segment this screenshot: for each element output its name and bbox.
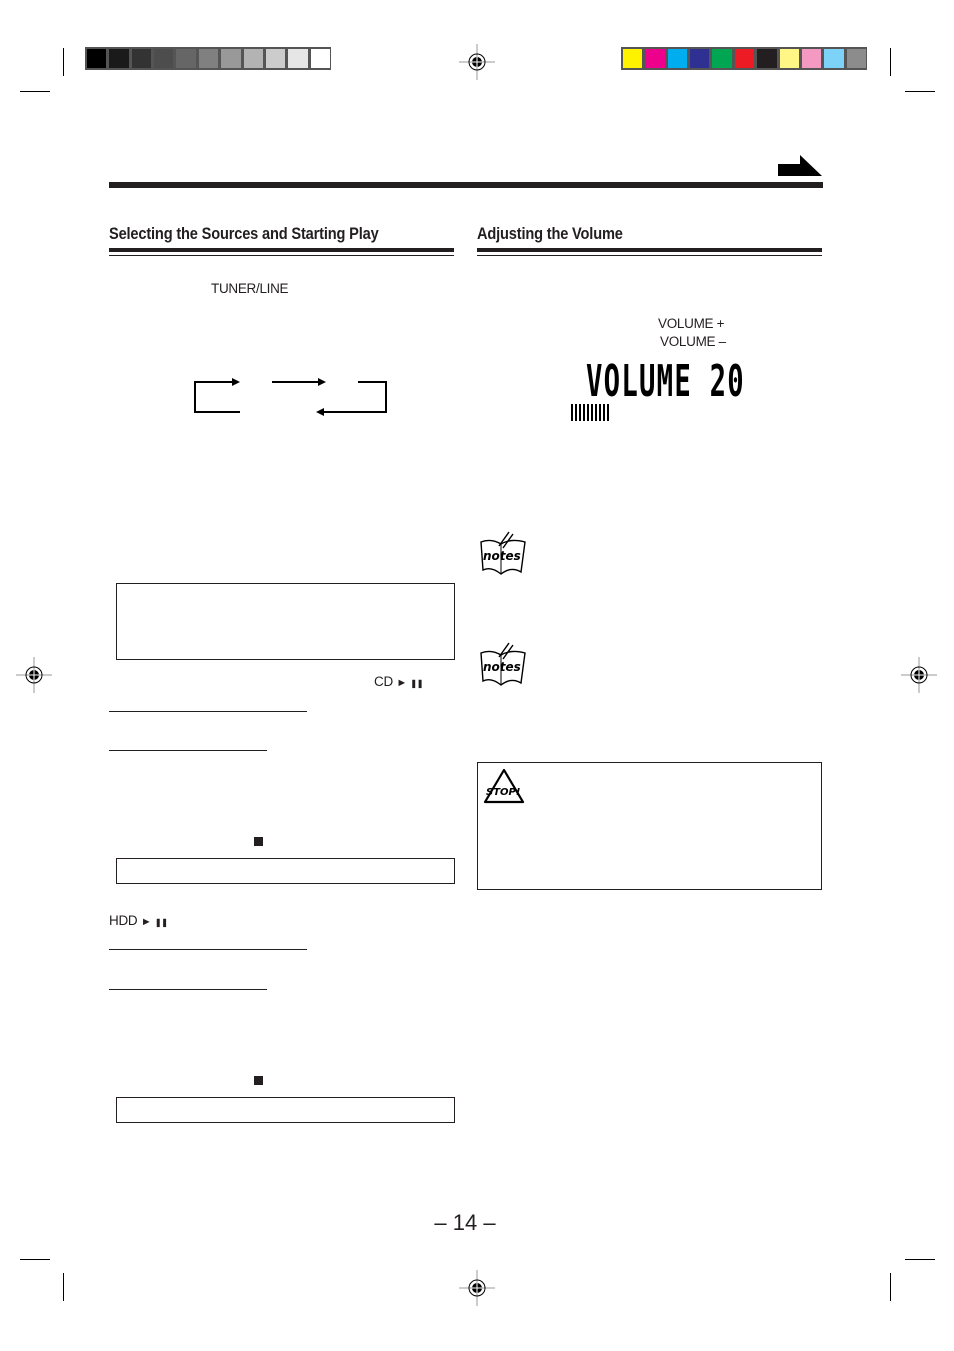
color-swatch [176, 49, 196, 68]
volume-down-button-label: VOLUME – [660, 334, 726, 349]
hdd-play-pause-button-label: HDD ► ❚❚ [109, 913, 168, 928]
registration-mark-icon [459, 1270, 495, 1306]
crop-mark [905, 1259, 935, 1260]
volume-level-segment [575, 404, 577, 421]
source-cycle-diagram [194, 378, 387, 416]
text-underline [109, 711, 307, 712]
title-underline [477, 248, 822, 252]
color-swatch [645, 49, 665, 68]
crop-mark [63, 48, 64, 76]
volume-level-meter [571, 404, 609, 421]
info-box [116, 858, 455, 884]
color-swatch [712, 49, 732, 68]
tuner-line-button-label: TUNER/LINE [211, 281, 289, 296]
color-swatch [801, 49, 822, 68]
crop-mark [890, 1273, 891, 1301]
svg-text:STOP!: STOP! [486, 787, 520, 798]
volume-level-segment [579, 404, 581, 421]
pause-icon: ❚❚ [154, 918, 168, 927]
color-swatch [623, 49, 643, 68]
color-swatch [846, 49, 866, 68]
svg-text:notes: notes [483, 549, 521, 563]
svg-text:notes: notes [483, 660, 521, 674]
text-underline [109, 989, 267, 990]
color-swatch [154, 49, 174, 68]
section-title-selecting-sources: Selecting the Sources and Starting Play [109, 224, 379, 243]
play-icon: ► [140, 916, 152, 928]
text-underline [109, 750, 267, 751]
pause-icon: ❚❚ [410, 679, 424, 688]
notes-icon: notes [480, 642, 526, 686]
color-swatch [288, 49, 308, 68]
section-title-adjusting-volume: Adjusting the Volume [477, 224, 623, 243]
color-swatch [690, 49, 710, 68]
color-swatch [131, 49, 152, 68]
volume-level-segment [591, 404, 593, 421]
volume-level-segment [587, 404, 589, 421]
registration-mark-icon [901, 657, 937, 693]
color-swatch [243, 49, 263, 68]
crop-mark [890, 48, 891, 76]
info-box [116, 1097, 455, 1123]
page-number: – 14 – [434, 1210, 496, 1235]
color-swatch [824, 49, 844, 68]
color-swatch [109, 49, 129, 68]
color-swatch [87, 49, 107, 68]
caution-box: STOP! [477, 762, 822, 890]
color-swatch [310, 49, 330, 68]
cd-play-pause-button-label: CD ► ❚❚ [374, 674, 424, 689]
header-rule [109, 182, 823, 188]
registration-mark-icon [459, 44, 495, 80]
color-swatch [667, 49, 688, 68]
volume-level-segment [571, 404, 573, 421]
volume-level-segment [583, 404, 585, 421]
volume-level-segment [595, 404, 597, 421]
title-underline [477, 255, 822, 256]
play-icon: ► [396, 677, 407, 689]
text-underline [109, 949, 307, 950]
volume-level-segment [599, 404, 601, 421]
volume-display-readout: VOLUME 20 [586, 356, 745, 407]
volume-level-segment [603, 404, 605, 421]
stop-icon [254, 1076, 263, 1085]
crop-mark [63, 1273, 64, 1301]
color-swatch [198, 49, 219, 68]
registration-mark-icon [16, 657, 52, 693]
color-swatch [757, 49, 777, 68]
hdd-label: HDD [109, 913, 138, 928]
volume-level-segment [607, 404, 609, 421]
color-swatch [221, 49, 241, 68]
cd-label: CD [374, 674, 393, 689]
crop-mark [905, 91, 935, 92]
crop-mark [20, 91, 50, 92]
grayscale-color-bar [85, 47, 331, 70]
crop-mark [20, 1259, 50, 1260]
continue-arrow-icon [778, 155, 822, 176]
process-color-bar [621, 47, 867, 70]
stop-warning-icon: STOP! [483, 768, 525, 804]
title-underline [109, 248, 454, 252]
notes-icon: notes [480, 531, 526, 575]
volume-up-button-label: VOLUME + [658, 316, 725, 331]
info-box [116, 583, 455, 660]
title-underline [109, 255, 454, 256]
stop-icon [254, 837, 263, 846]
color-swatch [779, 49, 799, 68]
color-swatch [265, 49, 286, 68]
color-swatch [734, 49, 755, 68]
